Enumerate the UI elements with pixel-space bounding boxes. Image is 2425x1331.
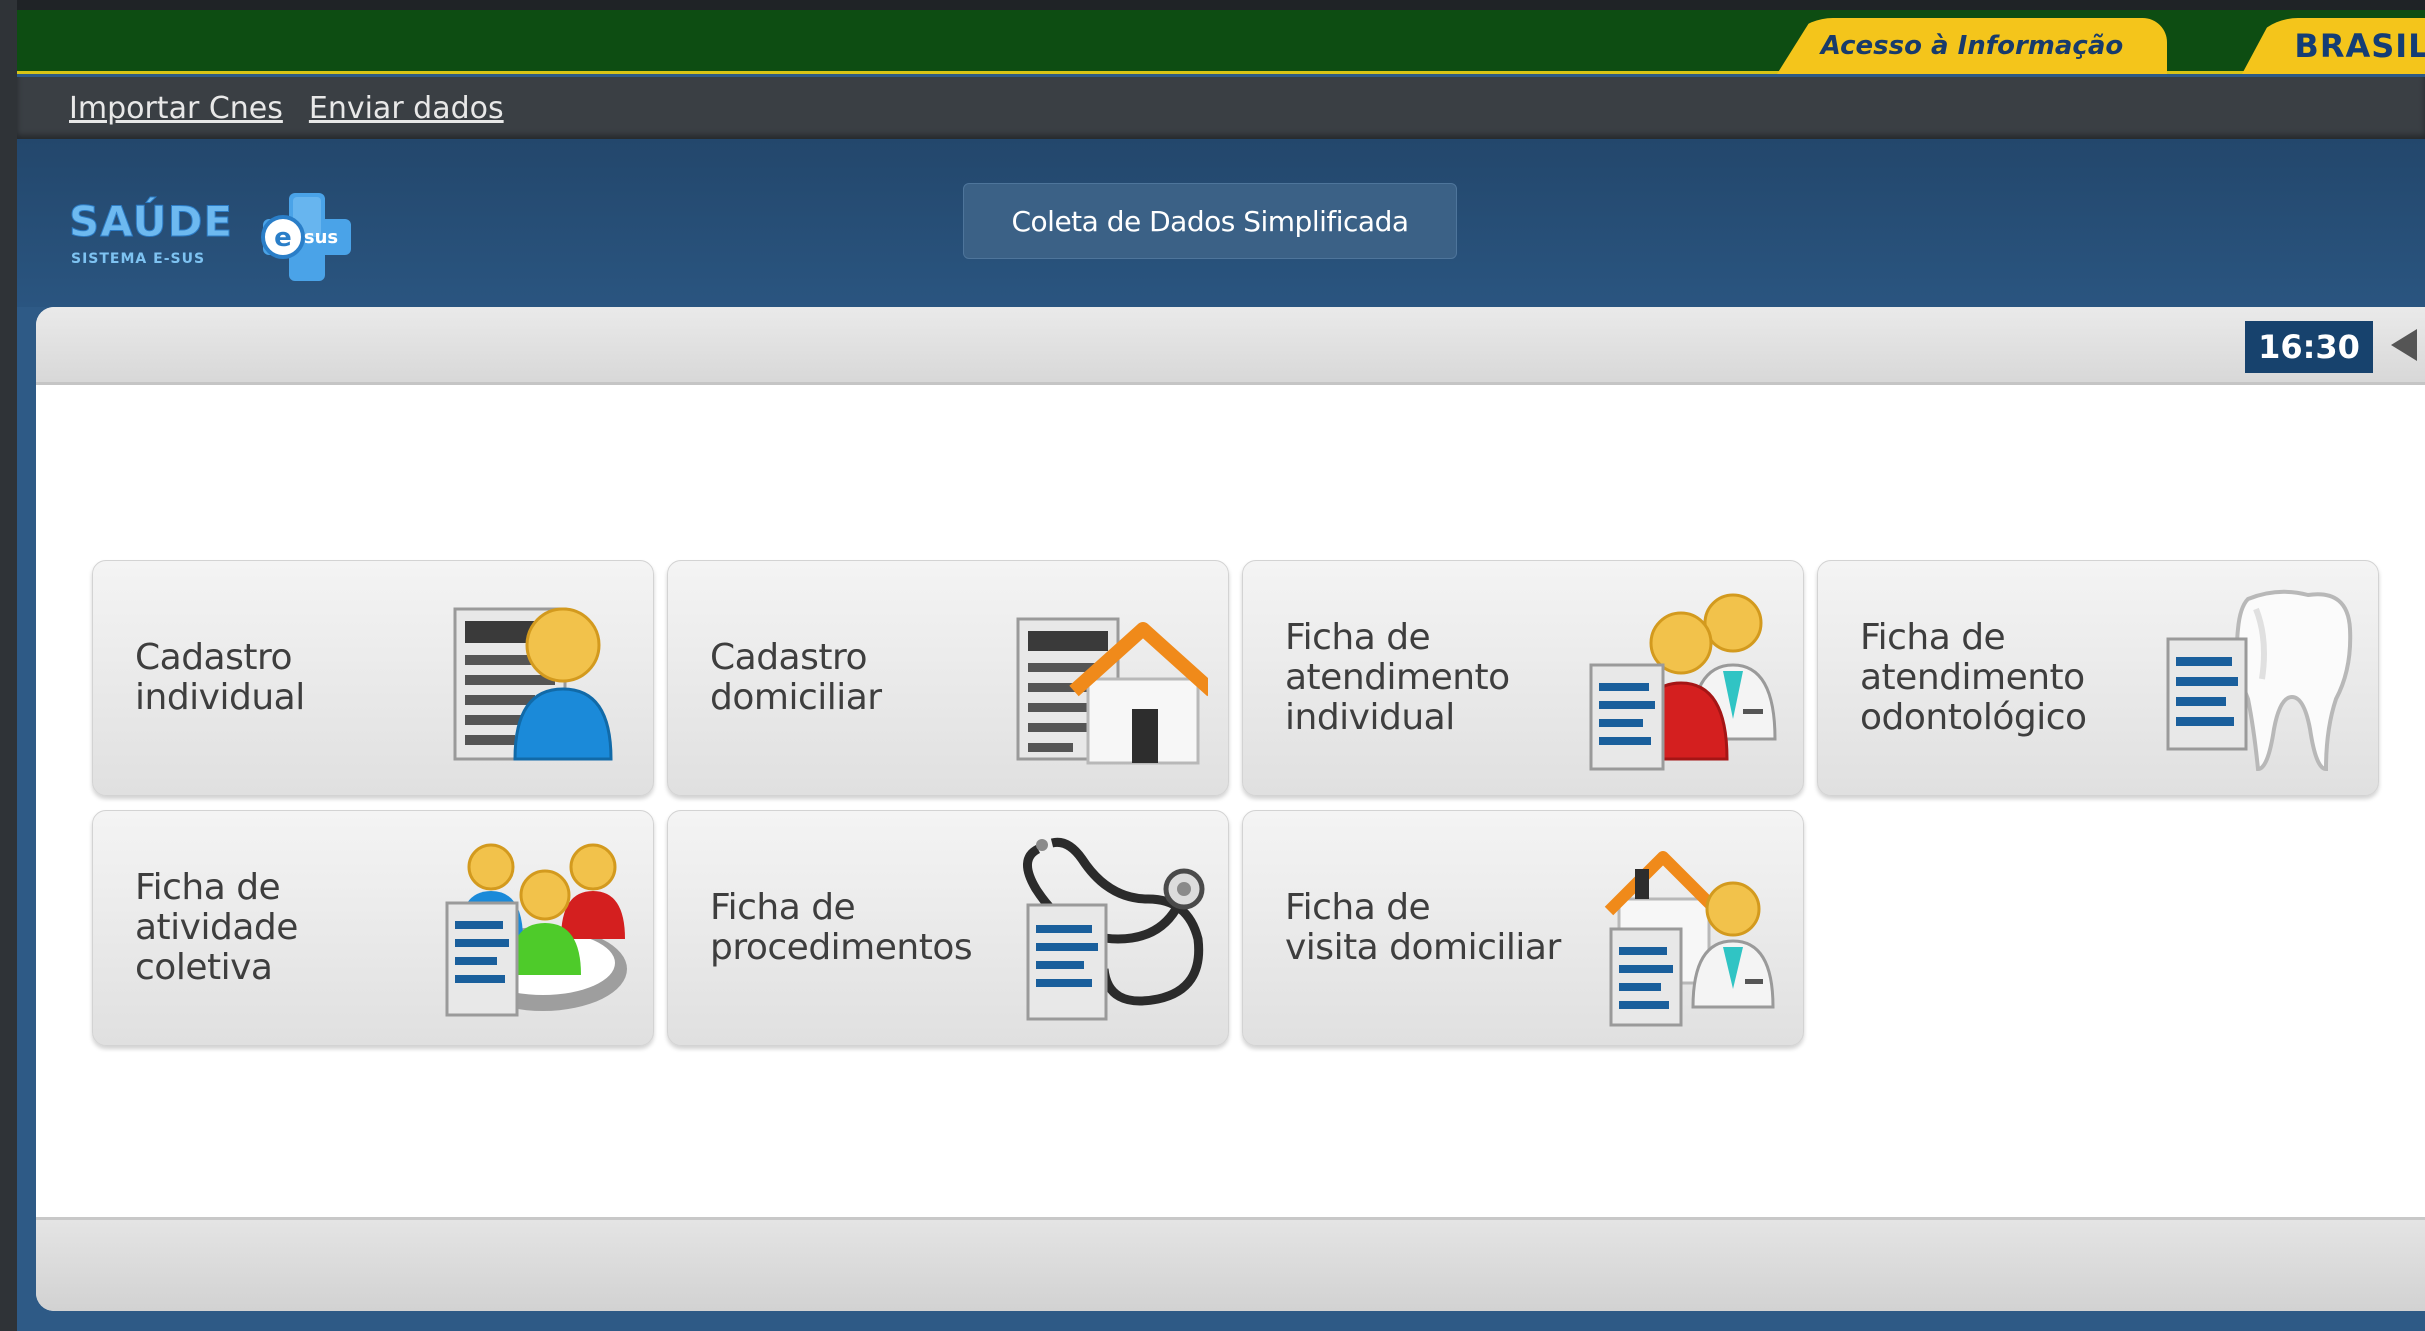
brasil-link[interactable]: BRASIL [2242, 18, 2425, 74]
data-collection-mode-button[interactable]: Coleta de Dados Simplificada [963, 183, 1457, 259]
esus-cross-icon: e sus [261, 193, 351, 281]
window-top-edge [0, 0, 2425, 10]
doctor-patient-icon [1589, 593, 1777, 771]
saude-esus-logo: SAÚDE SISTEMA E-SUS e sus [68, 189, 359, 281]
government-bar: Acesso à Informação BRASIL [17, 10, 2425, 74]
logo-badge-text: sus [304, 227, 338, 248]
tile-ficha-atendimento-individual[interactable]: Ficha de atendimento individual [1242, 560, 1804, 796]
collapse-arrow-icon[interactable] [2391, 329, 2417, 361]
tile-label: Ficha de atividade coletiva [135, 867, 298, 988]
main-panel: 16:30 Cadastro individual Cadastro domic… [36, 307, 2425, 1311]
panel-toolbar: 16:30 [36, 307, 2425, 385]
tile-cadastro-domiciliar[interactable]: Cadastro domiciliar [667, 560, 1229, 796]
tile-label: Ficha de visita domiciliar [1285, 887, 1561, 968]
send-data-link[interactable]: Enviar dados [309, 91, 504, 126]
clock-display: 16:30 [2245, 321, 2373, 373]
tile-label: Ficha de atendimento individual [1285, 617, 1510, 738]
home-visit-icon [1604, 851, 1775, 1027]
logo-subtitle: SISTEMA E-SUS [71, 251, 206, 267]
person-form-icon [453, 607, 613, 761]
top-links-bar: Importar Cnes Enviar dados [17, 77, 2425, 139]
house-form-icon [1016, 617, 1208, 765]
tooth-icon [2166, 589, 2353, 772]
app-header: SAÚDE SISTEMA E-SUS e sus Coleta de Dado… [17, 139, 2425, 307]
tile-label: Ficha de procedimentos [710, 887, 973, 968]
access-information-link[interactable]: Acesso à Informação [1777, 18, 2167, 74]
stethoscope-icon [1023, 837, 1205, 1021]
logo-title: SAÚDE [68, 197, 234, 247]
tile-cadastro-individual[interactable]: Cadastro individual [92, 560, 654, 796]
import-cnes-link[interactable]: Importar Cnes [69, 91, 283, 126]
tile-ficha-atendimento-odontologico[interactable]: Ficha de atendimento odontológico [1817, 560, 2379, 796]
window-left-edge [0, 0, 17, 1331]
tile-label: Cadastro individual [135, 637, 305, 718]
tile-label: Cadastro domiciliar [710, 637, 882, 718]
tile-label: Ficha de atendimento odontológico [1860, 617, 2087, 738]
panel-footer [36, 1217, 2425, 1311]
tile-ficha-procedimentos[interactable]: Ficha de procedimentos [667, 810, 1229, 1046]
svg-text:e: e [274, 223, 292, 253]
tile-ficha-visita-domiciliar[interactable]: Ficha de visita domiciliar [1242, 810, 1804, 1046]
group-icon [445, 843, 627, 1017]
tile-ficha-atividade-coletiva[interactable]: Ficha de atividade coletiva [92, 810, 654, 1046]
